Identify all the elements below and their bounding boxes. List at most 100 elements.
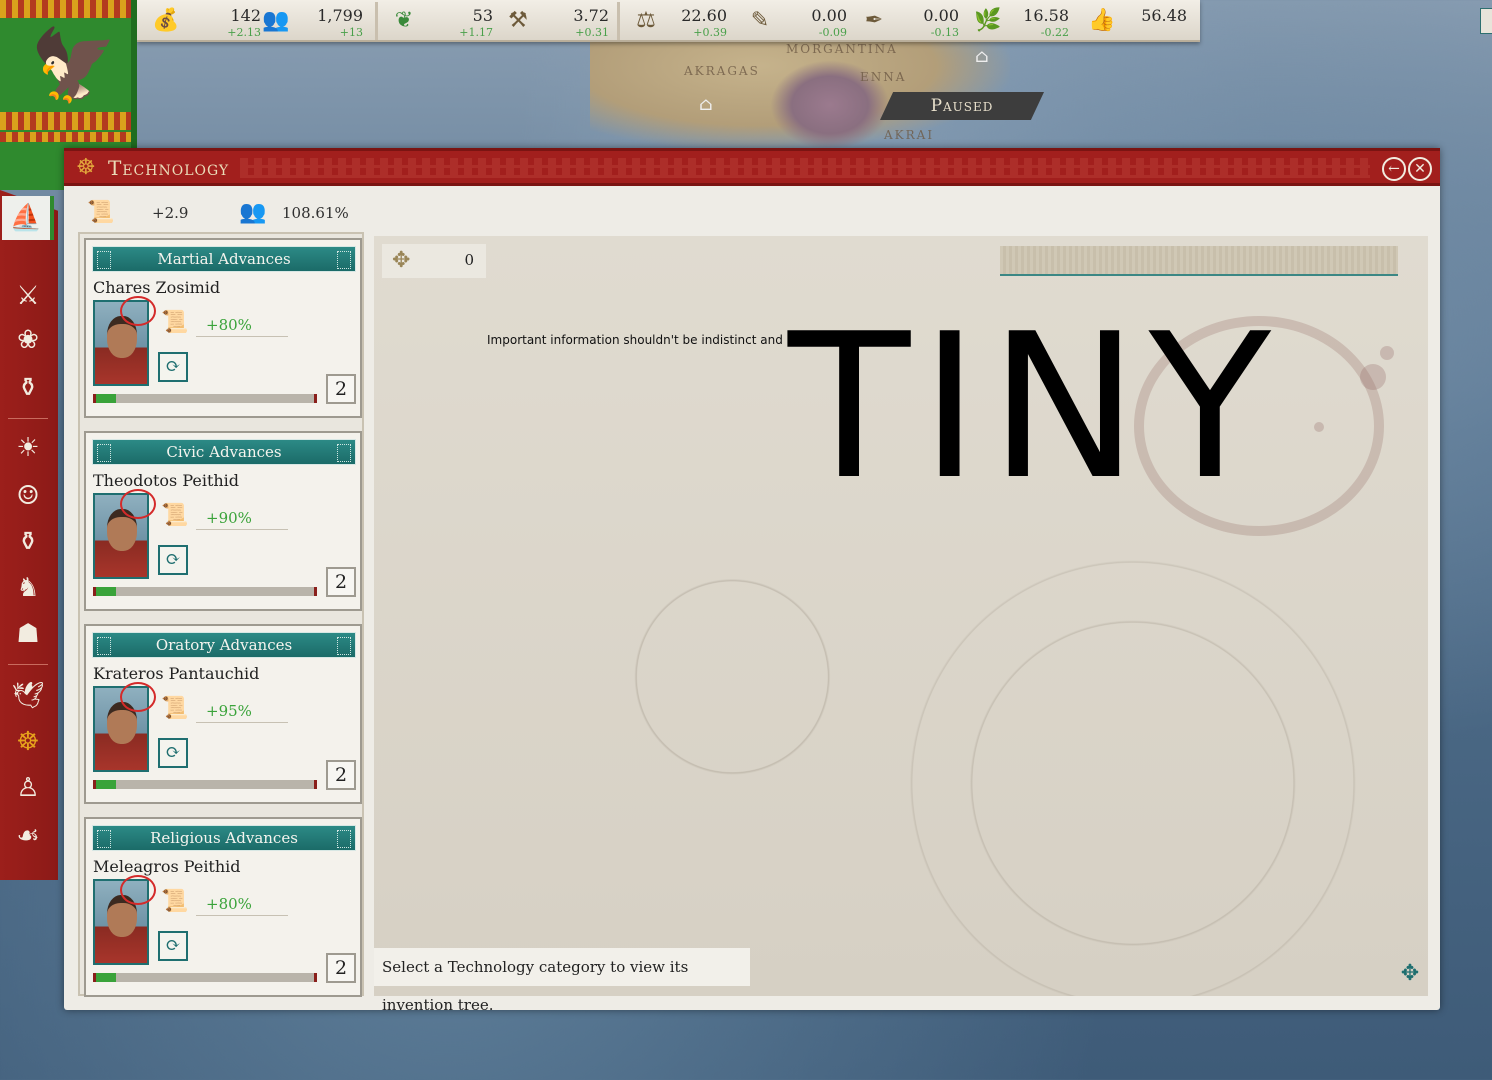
- scroll-icon: 📜: [161, 889, 189, 914]
- annotation-heading: TINY: [788, 291, 1281, 524]
- back-button[interactable]: ←: [1382, 157, 1406, 181]
- move-icon[interactable]: ✥: [1398, 962, 1422, 986]
- hint-text: Select a Technology category to view its…: [374, 948, 750, 1014]
- sidebar-item-culture[interactable]: ☺: [6, 474, 50, 518]
- sidebar-item-characters[interactable]: ☗: [6, 612, 50, 656]
- resource-legitimacy[interactable]: ⚖ 22.60 +0.39: [631, 0, 741, 42]
- resource-value: 22.60: [681, 6, 727, 25]
- scroll-icon: 📜: [161, 310, 189, 335]
- population-icon: 👥: [262, 8, 290, 33]
- sidebar-item-overview[interactable]: ⛵: [2, 196, 54, 240]
- researcher-name[interactable]: Meleagros Peithid: [93, 857, 241, 876]
- sidebar-item-events[interactable]: ☙: [6, 814, 50, 858]
- resource-delta: +1.17: [459, 26, 493, 39]
- researcher-name[interactable]: Theodotos Peithid: [93, 471, 239, 490]
- sidebar-item-trade[interactable]: ⚱: [6, 520, 50, 564]
- research-bonus: +80%: [206, 895, 252, 913]
- category-card[interactable]: Martial Advances Chares Zosimid 📜 +80% ⟳…: [84, 238, 362, 418]
- resource-manpower[interactable]: ⚒ 3.72 +0.31: [503, 0, 613, 42]
- annotation-text: Important information shouldn't be indis…: [487, 333, 783, 347]
- divider: [196, 722, 288, 723]
- window-title: Technology: [108, 156, 230, 180]
- resource-bar: 💰 142 +2.13 👥 1,799 +13 ❦ 53 +1.17 ⚒ 3.7…: [137, 0, 1200, 42]
- resource-delta: +0.39: [693, 26, 727, 39]
- dove-icon: 🕊: [11, 681, 45, 711]
- researcher-name[interactable]: Krateros Pantauchid: [93, 664, 259, 683]
- close-icon: ✕: [1414, 161, 1426, 177]
- reclining-figure-icon: ☙: [16, 821, 40, 851]
- sidebar-item-economy[interactable]: ⚱: [6, 366, 50, 410]
- resource-stability[interactable]: ❦ 53 +1.17: [389, 0, 499, 42]
- coin-bag-icon: 💰: [152, 8, 180, 33]
- flag-border: [0, 112, 131, 130]
- invention-search-input[interactable]: [1000, 246, 1398, 276]
- progress-fill: [96, 780, 116, 789]
- category-card[interactable]: Religious Advances Meleagros Peithid 📜 +…: [84, 817, 362, 997]
- resource-oratory[interactable]: ✒ 0.00 -0.13: [859, 0, 969, 42]
- progress-fill: [96, 587, 116, 596]
- researcher-name[interactable]: Chares Zosimid: [93, 278, 220, 297]
- resource-value: 0.00: [811, 6, 847, 25]
- change-researcher-button[interactable]: ⟳: [158, 545, 188, 575]
- divider: [196, 336, 288, 337]
- wine-stain: [1360, 364, 1386, 390]
- sidebar-item-religion[interactable]: ☀: [6, 426, 50, 470]
- flag-border: [0, 132, 131, 142]
- eagle-icon: 🦅: [30, 24, 118, 106]
- scroll-icon: 📜: [87, 200, 115, 225]
- map-label: AKRAI: [884, 128, 935, 142]
- category-header[interactable]: Martial Advances: [92, 246, 356, 272]
- religious-power-icon: 🌿: [974, 8, 1002, 33]
- technology-wheel-icon: ☸: [76, 155, 96, 180]
- technology-window: ☸ Technology ← ✕ 📜 +2.9 👥 108.61% Martia…: [64, 148, 1440, 1014]
- resource-religious[interactable]: 🌿 16.58 -0.22: [973, 0, 1083, 42]
- category-card[interactable]: Oratory Advances Krateros Pantauchid 📜 +…: [84, 624, 362, 804]
- refresh-icon: ⟳: [165, 356, 181, 377]
- change-researcher-button[interactable]: ⟳: [158, 352, 188, 382]
- paused-banner[interactable]: Paused: [880, 92, 1044, 120]
- category-header[interactable]: Religious Advances: [92, 825, 356, 851]
- resource-population[interactable]: 👥 1,799 +13: [261, 0, 381, 42]
- bust-icon: ☗: [16, 619, 40, 649]
- ship-icon: ⛵: [9, 203, 43, 233]
- research-bonus: +95%: [206, 702, 252, 720]
- map-label: MORGANTINA: [786, 42, 898, 56]
- resource-approval[interactable]: 👍 56.48: [1087, 0, 1197, 42]
- invention-tree-area: ✥ 0 Important information shouldn't be i…: [374, 236, 1428, 1014]
- category-card[interactable]: Civic Advances Theodotos Peithid 📜 +90% …: [84, 431, 362, 611]
- resource-delta: +2.13: [227, 26, 261, 39]
- divider: [196, 529, 288, 530]
- close-button[interactable]: ✕: [1408, 157, 1432, 181]
- resource-delta: +13: [339, 26, 363, 39]
- wheel-icon: ☸: [16, 727, 40, 757]
- fort-icon[interactable]: ⌂: [696, 94, 716, 116]
- category-header[interactable]: Civic Advances: [92, 439, 356, 465]
- tech-level: 2: [326, 953, 356, 983]
- resource-value: 1,799: [317, 6, 363, 25]
- sidebar-item-ruler[interactable]: ♙: [6, 766, 50, 810]
- inventions-counter[interactable]: ✥ 0: [382, 244, 486, 278]
- resource-civic[interactable]: ✎ 0.00 -0.09: [745, 0, 855, 42]
- sidebar-item-army[interactable]: ♞: [6, 566, 50, 610]
- research-efficiency: 108.61%: [282, 204, 349, 222]
- top-right-button[interactable]: [1480, 8, 1492, 34]
- tech-level: 2: [326, 374, 356, 404]
- inventions-count: 0: [464, 251, 474, 269]
- sidebar-item-diplomacy[interactable]: 🕊: [6, 674, 50, 718]
- sidebar-item-government[interactable]: ❀: [6, 318, 50, 362]
- change-researcher-button[interactable]: ⟳: [158, 931, 188, 961]
- fort-icon[interactable]: ⌂: [972, 46, 992, 68]
- oratory-power-icon: ✒: [864, 8, 884, 33]
- theater-masks-icon: ☺: [16, 481, 40, 511]
- map-label: ENNA: [860, 70, 907, 84]
- progress-fill: [96, 394, 116, 403]
- civic-power-icon: ✎: [750, 8, 770, 33]
- wine-stain: [1380, 346, 1394, 360]
- window-titlebar: ☸ Technology ← ✕: [64, 148, 1440, 186]
- category-header[interactable]: Oratory Advances: [92, 632, 356, 658]
- sidebar-item-technology[interactable]: ☸: [6, 720, 50, 764]
- change-researcher-button[interactable]: ⟳: [158, 738, 188, 768]
- sidebar-item-military[interactable]: ⚔: [6, 274, 50, 318]
- research-progress-bar: [93, 973, 317, 982]
- category-panel: Martial Advances Chares Zosimid 📜 +80% ⟳…: [78, 232, 364, 997]
